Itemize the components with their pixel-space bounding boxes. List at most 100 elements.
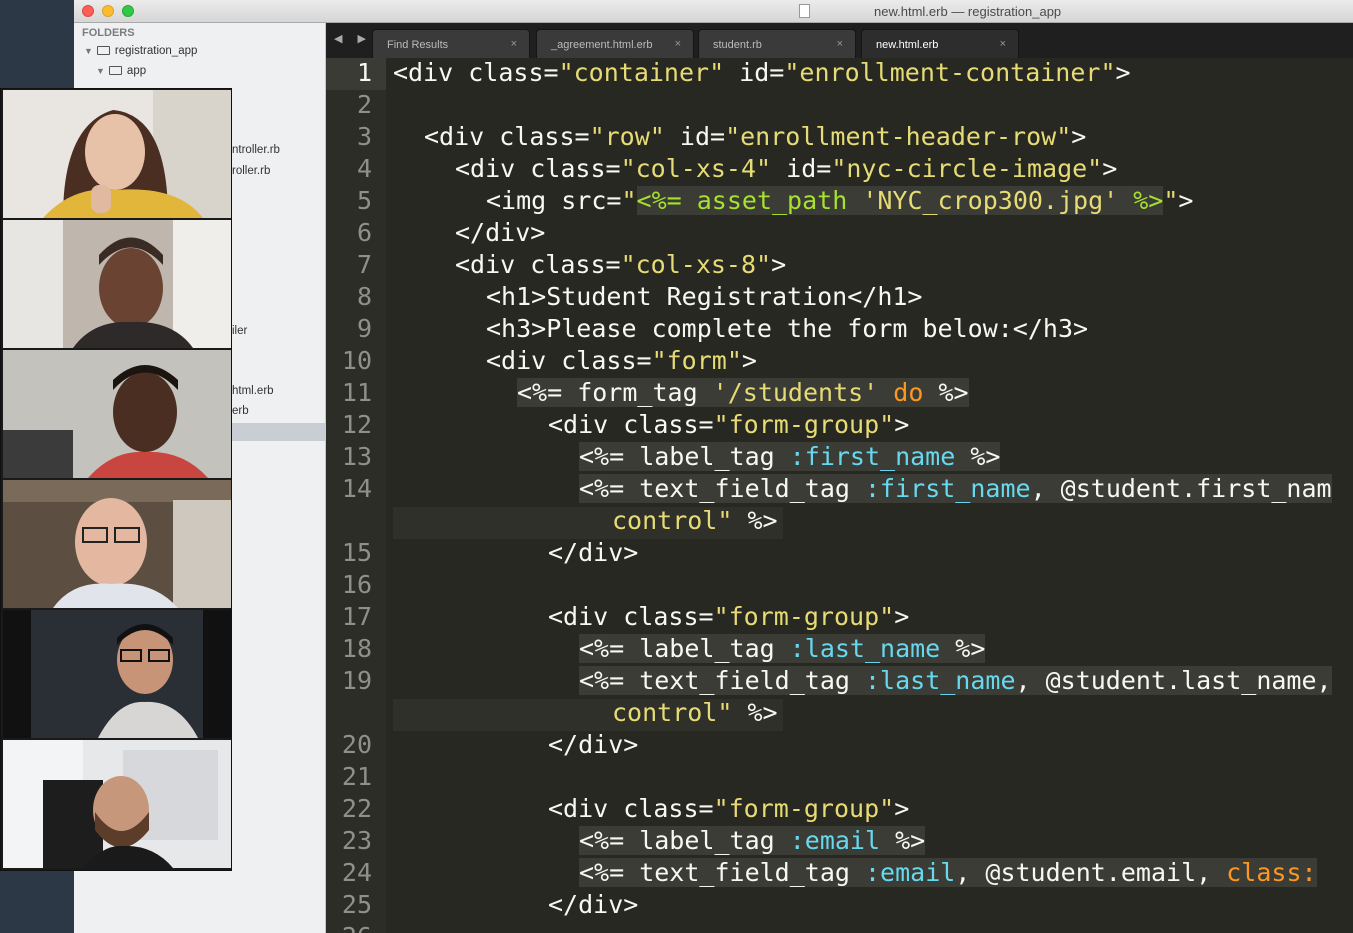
line-number: 26 (326, 922, 372, 933)
folder-open-icon (96, 46, 110, 55)
tab-label: student.rb (713, 39, 762, 51)
line-number: 20 (341, 730, 372, 759)
maximize-window-button[interactable] (122, 5, 134, 17)
participant-video-3[interactable] (3, 350, 231, 478)
participant-video-4[interactable] (3, 480, 231, 608)
sidebar-file[interactable]: ntroller.rb (232, 144, 280, 156)
code-line-14: <%= text_field_tag :first_name, @student… (579, 474, 1332, 503)
folder-label: registration_app (114, 45, 198, 57)
participant-video-5[interactable] (3, 610, 231, 738)
line-number: 21 (341, 762, 372, 791)
code-line-23: <%= label_tag :email %> (579, 826, 926, 855)
tab-find-results[interactable]: Find Results × (372, 29, 530, 58)
line-number: 11 (341, 378, 372, 407)
code-line-4: <div class="col-xs-4" id="nyc-circle-ima… (455, 154, 1118, 183)
sidebar-file[interactable]: roller.rb (232, 165, 270, 177)
participant-video-1[interactable] (3, 90, 231, 218)
code-line-12: <div class="form-group"> (548, 410, 910, 439)
line-number: 19 (341, 666, 372, 695)
line-number: 9 (356, 314, 372, 343)
line-number: 15 (341, 538, 372, 567)
code-line-22: <div class="form-group"> (548, 794, 910, 823)
line-number: 16 (341, 570, 372, 599)
line-number: 2 (356, 90, 372, 119)
participant-video-frame (3, 740, 231, 868)
code-line-10: <div class="form"> (486, 346, 757, 375)
tab-nav-arrows-icon[interactable]: ◀ ▶ (334, 32, 372, 45)
participant-video-frame (3, 220, 231, 348)
tab-label: Find Results (387, 39, 449, 51)
code-line-19: <%= text_field_tag :last_name, @student.… (579, 666, 1332, 695)
line-number: 10 (341, 346, 372, 375)
code-line-24: <%= text_field_tag :email, @student.emai… (579, 858, 1317, 887)
code-line-6: </div> (455, 218, 546, 247)
line-number: 12 (341, 410, 372, 439)
code-line-13: <%= label_tag :first_name %> (579, 442, 1001, 471)
tab-label: _agreement.html.erb (551, 39, 653, 51)
code-line-9: <h3>Please complete the form below:</h3> (486, 314, 1089, 343)
minimize-window-button[interactable] (102, 5, 114, 17)
tab-student-rb[interactable]: student.rb × (698, 29, 856, 58)
sidebar-folder-registration-app[interactable]: ▼ registration_app (84, 45, 197, 57)
sidebar-file[interactable]: iler (232, 325, 247, 337)
sidebar-file[interactable]: erb (232, 405, 249, 417)
folder-open-icon (108, 66, 122, 75)
code-line-8: <h1>Student Registration</h1> (486, 282, 923, 311)
disclosure-triangle-icon[interactable]: ▼ (96, 66, 105, 76)
folder-label: app (126, 65, 147, 77)
video-call-panel (0, 88, 232, 871)
line-number: 17 (341, 602, 372, 631)
participant-video-frame (3, 90, 231, 218)
folders-heading: FOLDERS (82, 27, 135, 39)
line-number: 5 (356, 186, 372, 215)
code-line-17: <div class="form-group"> (548, 602, 910, 631)
window-title: new.html.erb — registration_app (874, 4, 1062, 19)
line-number: 6 (356, 218, 372, 247)
line-number: 3 (356, 122, 372, 151)
code-line-20: </div> (548, 730, 639, 759)
close-window-button[interactable] (82, 5, 94, 17)
code-line-1: <div class="container" id="enrollment-co… (393, 58, 1131, 87)
sidebar-folder-app[interactable]: ▼ app (96, 65, 146, 77)
line-number: 23 (341, 826, 372, 855)
editor-tabbar: ◀ ▶ Find Results × _agreement.html.erb ×… (326, 23, 1353, 58)
line-number: 22 (341, 794, 372, 823)
line-number-gutter: 1 2 3 4 5 6 7 8 9 10 11 12 13 14 15 16 1… (326, 58, 386, 933)
tab-close-icon[interactable]: × (1000, 38, 1006, 50)
code-line-25: </div> (548, 890, 639, 919)
line-number: 8 (356, 282, 372, 311)
tab-close-icon[interactable]: × (837, 38, 843, 50)
code-line-5: <img src="<%= asset_path 'NYC_crop300.jp… (486, 186, 1194, 215)
code-line-7: <div class="col-xs-8"> (455, 250, 787, 279)
sidebar-file[interactable]: html.erb (232, 385, 274, 397)
line-number: 4 (356, 154, 372, 183)
line-number: 18 (341, 634, 372, 663)
disclosure-triangle-icon[interactable]: ▼ (84, 46, 93, 56)
participant-video-frame (3, 610, 231, 738)
line-number: 25 (341, 890, 372, 919)
document-icon (799, 4, 810, 18)
line-number: 7 (356, 250, 372, 279)
code-line-18: <%= label_tag :last_name %> (579, 634, 986, 663)
code-line-15: </div> (548, 538, 639, 567)
code-line-3: <div class="row" id="enrollment-header-r… (424, 122, 1087, 151)
line-number: 1 (356, 58, 372, 87)
code-line-11: <%= form_tag '/students' do %> (517, 378, 969, 407)
window-titlebar: new.html.erb — registration_app (74, 0, 1353, 23)
code-line-14-wrap: control" %> (612, 506, 778, 535)
tab-new-html-erb[interactable]: new.html.erb × (861, 29, 1019, 58)
participant-video-6[interactable] (3, 740, 231, 868)
line-number: 14 (341, 474, 372, 503)
code-editor[interactable]: 1 2 3 4 5 6 7 8 9 10 11 12 13 14 15 16 1… (326, 58, 1353, 933)
participant-video-frame (3, 350, 231, 478)
participant-video-frame (3, 480, 231, 608)
tab-close-icon[interactable]: × (675, 38, 681, 50)
tab-label: new.html.erb (876, 39, 939, 51)
line-number: 24 (341, 858, 372, 887)
tab-agreement-html-erb[interactable]: _agreement.html.erb × (536, 29, 694, 58)
tab-close-icon[interactable]: × (511, 38, 517, 50)
code-line-19-wrap: control" %> (612, 698, 778, 727)
participant-video-2[interactable] (3, 220, 231, 348)
sidebar-selected-row[interactable] (224, 423, 326, 441)
line-number: 13 (341, 442, 372, 471)
